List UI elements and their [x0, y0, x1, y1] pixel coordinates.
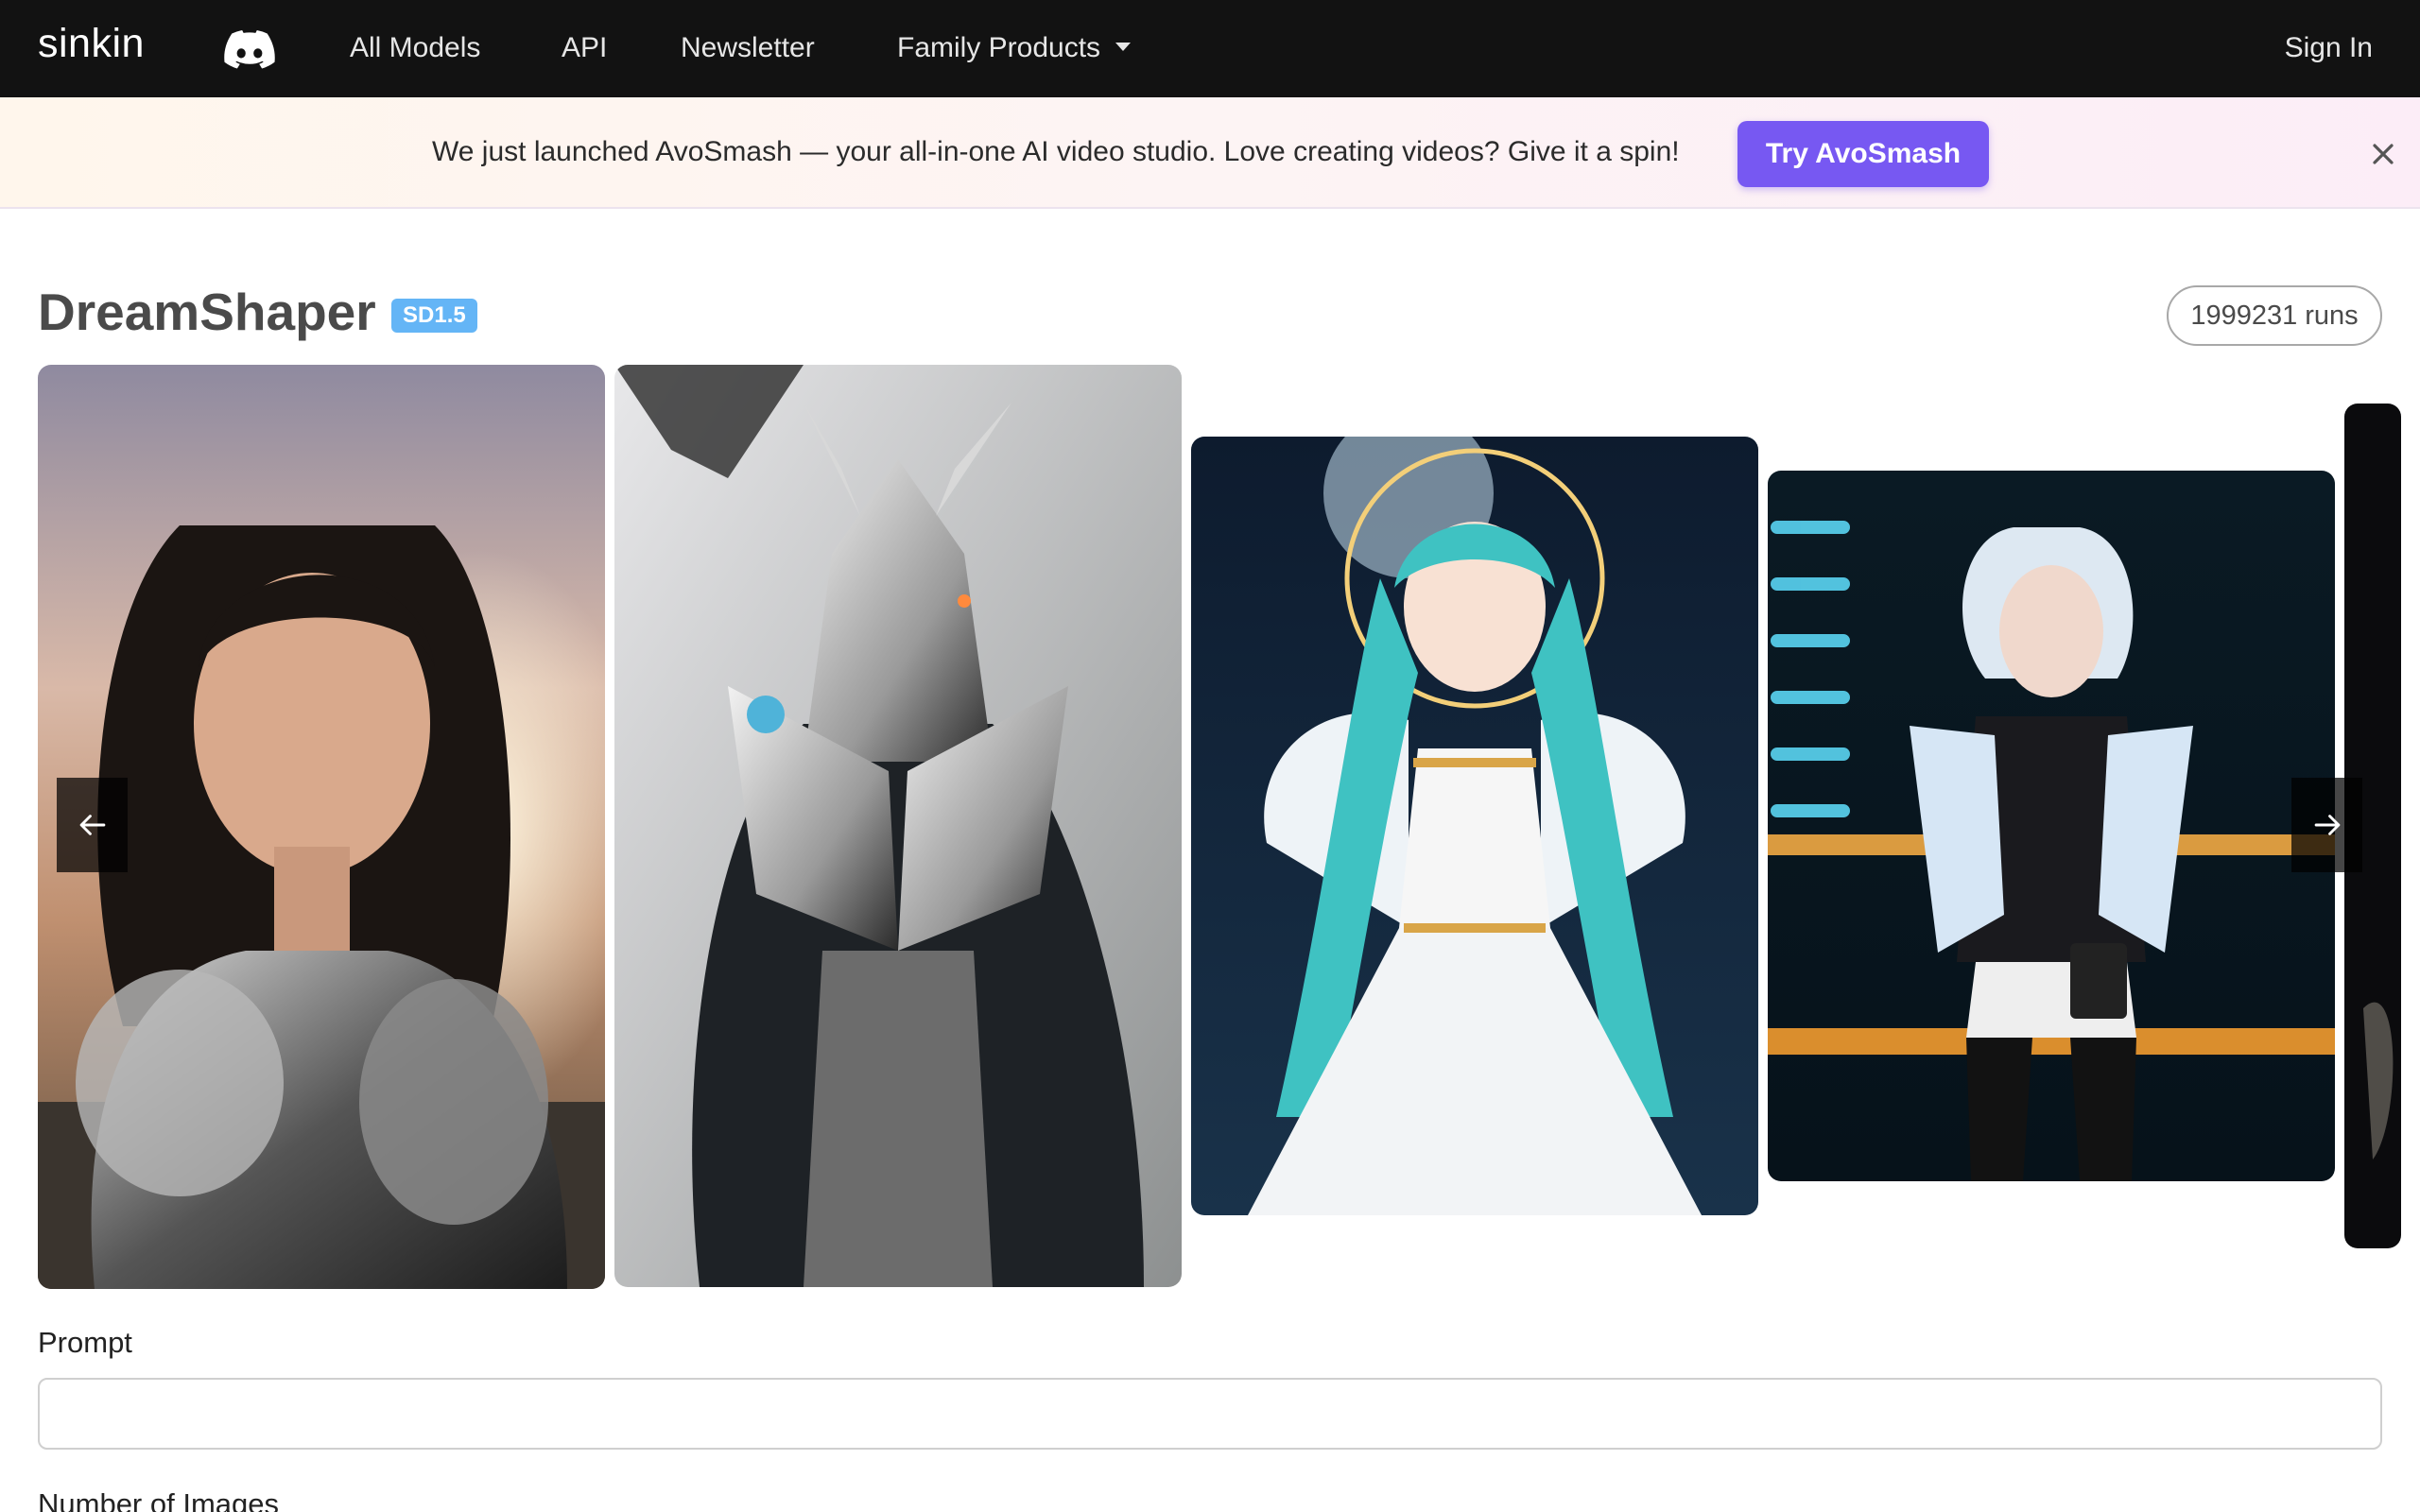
carousel-image[interactable] [1768, 471, 2335, 1181]
banner-message: We just launched AvoSmash — your all-in-… [432, 136, 1680, 167]
nav-link-api[interactable]: API [562, 32, 607, 64]
brand-logo[interactable]: sinkin [38, 21, 145, 67]
sign-in-link[interactable]: Sign In [2285, 32, 2373, 64]
prompt-label: Prompt [38, 1326, 132, 1359]
nav-link-all-models[interactable]: All Models [350, 32, 480, 64]
number-of-images-label: Number of Images [38, 1487, 279, 1512]
try-avosmash-button[interactable]: Try AvoSmash [1737, 121, 1989, 187]
runs-count-badge: 1999231 runs [2167, 285, 2382, 346]
model-title: DreamShaper [38, 283, 376, 341]
discord-icon[interactable] [224, 30, 275, 70]
nav-dropdown-label: Family Products [897, 32, 1101, 63]
close-icon[interactable] [2368, 139, 2398, 169]
model-version-badge: SD1.5 [391, 299, 477, 333]
carousel-prev-button[interactable] [57, 778, 128, 872]
carousel-image[interactable] [1191, 437, 1758, 1215]
nav-link-newsletter[interactable]: Newsletter [681, 32, 815, 64]
carousel-next-button[interactable] [2291, 778, 2362, 872]
top-navbar: sinkin All Models API Newsletter Family … [0, 0, 2420, 97]
arrow-left-icon [79, 815, 105, 835]
caret-down-icon [1115, 42, 1132, 51]
prompt-input[interactable] [38, 1378, 2382, 1450]
arrow-right-icon [2314, 815, 2340, 835]
carousel-image[interactable] [614, 365, 1182, 1287]
announcement-banner: We just launched AvoSmash — your all-in-… [0, 97, 2420, 209]
nav-dropdown-family-products[interactable]: Family Products [897, 32, 1132, 64]
